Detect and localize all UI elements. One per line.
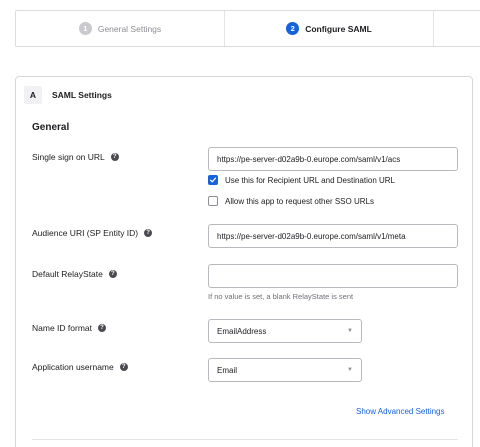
check-icon (209, 177, 217, 183)
show-advanced-settings-link[interactable]: Show Advanced Settings (356, 407, 445, 416)
help-icon[interactable]: ? (110, 153, 119, 161)
other-sso-checkbox-label: Allow this app to request other SSO URLs (225, 196, 374, 206)
help-icon[interactable]: ? (98, 324, 106, 332)
section-letter-badge: A (24, 86, 42, 104)
relay-state-input[interactable] (208, 264, 458, 288)
wizard-steps: 1 General Settings 2 Configure SAML (15, 10, 480, 47)
other-sso-checkbox-row[interactable]: Allow this app to request other SSO URLs (208, 196, 374, 206)
sso-url-input[interactable]: https://pe-server-d02a9b-0.europe.com/sa… (208, 147, 458, 171)
sso-url-label: Single sign on URL ? (32, 152, 119, 162)
step-general-settings[interactable]: 1 General Settings (16, 11, 225, 46)
audience-uri-input[interactable]: https://pe-server-d02a9b-0.europe.com/sa… (208, 224, 458, 248)
step-number-2: 2 (286, 22, 300, 35)
recipient-checkbox[interactable] (208, 175, 218, 185)
step-label-configure-saml: Configure SAML (305, 23, 372, 34)
sso-url-label-text: Single sign on URL (32, 152, 105, 162)
card-header: A SAML Settings (24, 86, 112, 104)
name-id-format-value: EmailAddress (217, 326, 267, 336)
app-username-label-text: Application username (32, 362, 114, 372)
name-id-format-label-text: Name ID format (32, 323, 92, 333)
chevron-down-icon: ▼ (347, 367, 353, 373)
help-icon[interactable]: ? (119, 363, 128, 371)
other-sso-checkbox[interactable] (208, 196, 218, 206)
recipient-checkbox-label: Use this for Recipient URL and Destinati… (225, 175, 396, 185)
step-next-placeholder (434, 11, 480, 46)
saml-settings-card: A SAML Settings General Single sign on U… (15, 76, 473, 447)
help-icon[interactable]: ? (108, 270, 117, 278)
audience-uri-label: Audience URI (SP Entity ID) ? (32, 228, 153, 238)
step-configure-saml[interactable]: 2 Configure SAML (225, 11, 434, 46)
name-id-format-label: Name ID format ? (32, 323, 106, 333)
card-divider (32, 439, 458, 440)
help-icon[interactable]: ? (144, 229, 153, 237)
step-number-1: 1 (78, 22, 92, 35)
card-title: SAML Settings (52, 90, 112, 100)
app-username-label: Application username ? (32, 362, 128, 372)
relay-state-label-text: Default RelayState (32, 269, 103, 279)
recipient-checkbox-row[interactable]: Use this for Recipient URL and Destinati… (208, 175, 395, 185)
name-id-format-select[interactable]: EmailAddress ▼ (208, 319, 362, 343)
audience-uri-label-text: Audience URI (SP Entity ID) (32, 228, 139, 238)
step-label-general-settings: General Settings (97, 23, 162, 34)
section-title-general: General (32, 122, 70, 133)
relay-state-hint: If no value is set, a blank RelayState i… (208, 292, 354, 301)
relay-state-label: Default RelayState ? (32, 269, 117, 279)
app-username-value: Email (217, 365, 238, 375)
app-username-select[interactable]: Email ▼ (208, 358, 362, 382)
chevron-down-icon: ▼ (347, 328, 353, 334)
